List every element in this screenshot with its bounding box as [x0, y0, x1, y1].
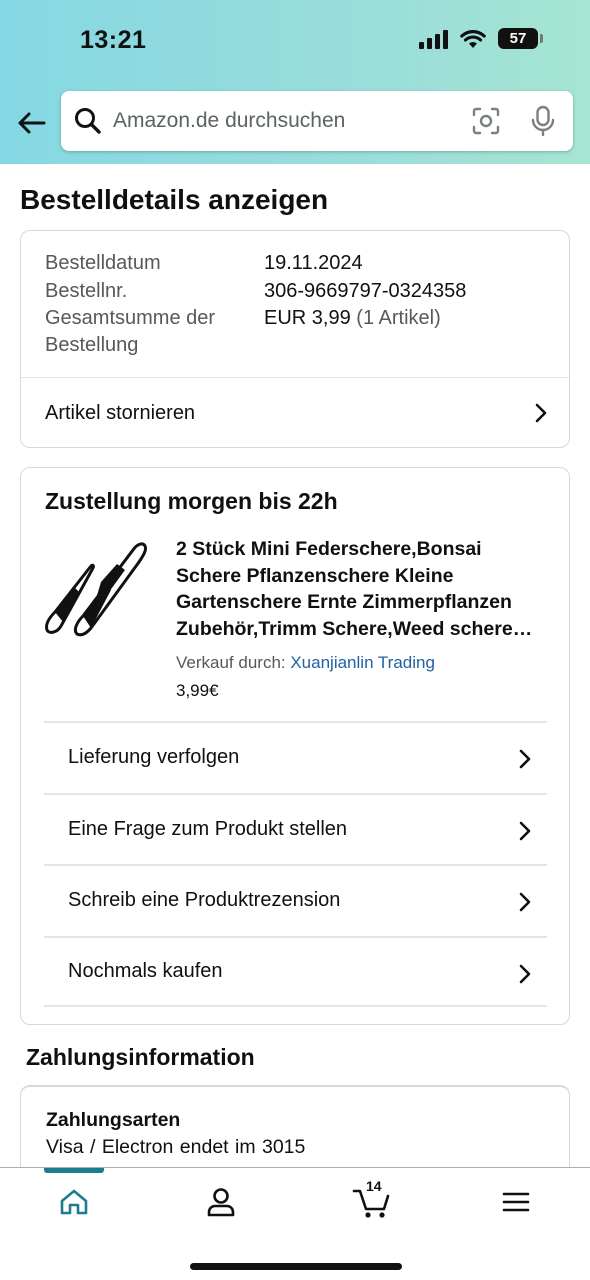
chevron-right-icon	[535, 403, 547, 423]
product-price: 3,99€	[176, 681, 219, 700]
microphone-icon[interactable]	[529, 105, 557, 137]
home-indicator	[190, 1263, 402, 1270]
cancel-items-label: Artikel stornieren	[45, 401, 196, 424]
order-total-label-line2: Bestellung	[45, 334, 139, 356]
back-button[interactable]	[14, 106, 48, 140]
order-date-value: 19.11.2024	[264, 252, 363, 274]
bottom-tab-bar: 14	[0, 1167, 590, 1280]
camera-scan-icon[interactable]	[471, 106, 501, 136]
battery-level: 57	[509, 30, 527, 47]
chevron-right-icon	[519, 964, 531, 983]
search-input[interactable]: Amazon.de durchsuchen	[113, 109, 471, 133]
order-total-amount: EUR 3,99	[264, 307, 351, 329]
track-delivery-row[interactable]: Lieferung verfolgen	[44, 721, 547, 793]
order-total-label-line1: Gesamtsumme der	[45, 307, 216, 329]
order-total-value: EUR 3,99 (1 Artikel)	[264, 307, 441, 330]
payment-method-value: Visa / Electron endet im 3015	[46, 1136, 306, 1158]
battery-indicator: 57	[498, 28, 543, 49]
order-total-items: (1 Artikel)	[356, 307, 441, 329]
order-date-label: Bestelldatum	[45, 252, 161, 274]
wifi-icon	[460, 29, 486, 48]
profile-icon	[207, 1188, 235, 1217]
payment-section-title: Zahlungsinformation	[26, 1044, 255, 1070]
menu-icon	[502, 1192, 530, 1212]
order-actions-list: Lieferung verfolgen Eine Frage zum Produ…	[44, 721, 547, 1007]
seller-link[interactable]: Xuanjianlin Trading	[290, 653, 435, 672]
status-time: 13:21	[80, 26, 147, 54]
list-item-label: Nochmals kaufen	[68, 959, 223, 982]
list-item-label: Schreib eine Produktrezension	[68, 889, 341, 912]
ask-question-row[interactable]: Eine Frage zum Produkt stellen	[44, 792, 547, 865]
home-icon	[60, 1189, 88, 1215]
chevron-right-icon	[519, 892, 531, 912]
order-number-label: Bestellnr.	[45, 280, 128, 302]
tab-profile[interactable]	[201, 1184, 241, 1220]
back-arrow-icon	[18, 112, 46, 134]
order-summary-card: Bestelldatum 19.11.2024 Bestellnr. 306-9…	[20, 230, 570, 448]
buy-again-row[interactable]: Nochmals kaufen	[44, 935, 547, 1007]
seller-info: Verkauf durch: Xuanjianlin Trading	[176, 653, 435, 673]
chevron-right-icon	[519, 821, 531, 840]
search-icon	[75, 108, 101, 134]
write-review-row[interactable]: Schreib eine Produktrezension	[44, 864, 547, 936]
cellular-signal-icon	[419, 29, 448, 49]
chevron-right-icon	[519, 749, 531, 769]
list-item-label: Lieferung verfolgen	[68, 746, 240, 769]
tab-menu[interactable]	[496, 1184, 536, 1220]
payment-methods-label: Zahlungsarten	[46, 1109, 181, 1131]
product-title[interactable]: 2 Stück Mini Federschere,Bonsai Schere P…	[176, 536, 546, 642]
cancel-items-row[interactable]: Artikel stornieren	[21, 377, 569, 449]
search-bar[interactable]: Amazon.de durchsuchen	[61, 91, 573, 151]
page-title: Bestelldetails anzeigen	[20, 184, 329, 215]
product-image[interactable]	[41, 530, 157, 646]
tab-cart[interactable]: 14	[350, 1178, 394, 1220]
status-icons: 57	[419, 28, 543, 49]
active-tab-indicator	[44, 1168, 104, 1173]
delivery-title: Zustellung morgen bis 22h	[45, 488, 338, 514]
seller-prefix: Verkauf durch:	[176, 653, 291, 672]
tab-home[interactable]	[54, 1184, 94, 1220]
cart-count-badge: 14	[366, 1178, 382, 1194]
delivery-card: Zustellung morgen bis 22h 2 Stück Mini F…	[20, 467, 570, 1025]
order-number-value: 306-9669797-0324358	[264, 280, 467, 302]
header: 13:21 57 Amazon.de durchsuchen	[0, 0, 590, 164]
list-item-label: Eine Frage zum Produkt stellen	[68, 817, 348, 840]
